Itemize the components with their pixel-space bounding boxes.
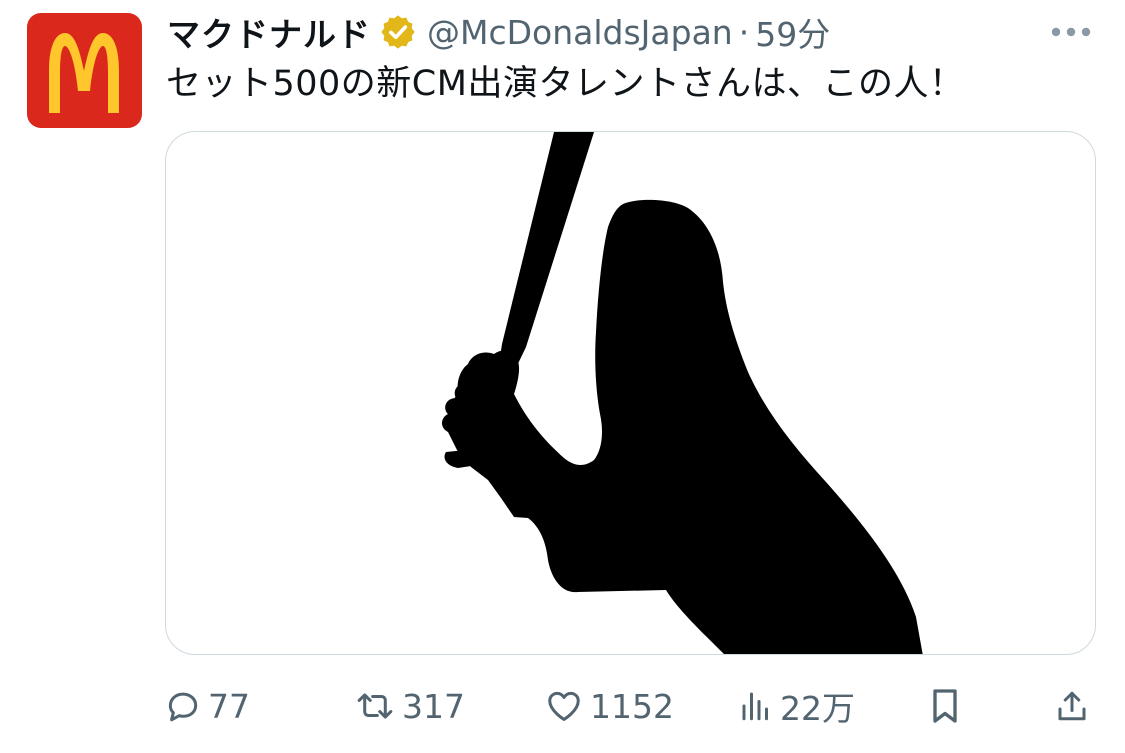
like-button[interactable]: 1152: [544, 680, 674, 732]
reply-button[interactable]: 77: [164, 680, 250, 732]
view-count: 22万: [780, 689, 855, 728]
mcdonalds-logo-icon: [49, 33, 119, 113]
analytics-icon: [742, 692, 768, 721]
share-icon: [1058, 691, 1086, 721]
heart-icon: [548, 691, 580, 721]
tweet-text: セット500の新CM出演タレントさんは、この人！: [166, 64, 965, 104]
retweet-button[interactable]: 317: [354, 680, 465, 732]
retweet-icon: [357, 693, 393, 719]
display-name[interactable]: マクドナルド: [167, 8, 371, 56]
timestamp[interactable]: 59分: [755, 8, 830, 56]
share-button[interactable]: [1054, 680, 1090, 732]
batter-silhouette-image: [442, 132, 923, 654]
retweet-count: 317: [402, 686, 465, 726]
like-count: 1152: [590, 686, 674, 726]
tweet-media-image[interactable]: [165, 131, 1096, 655]
views-button[interactable]: 22万: [738, 680, 855, 732]
user-handle[interactable]: @McDonaldsJapan: [427, 13, 733, 52]
ellipsis-icon: [1051, 27, 1091, 37]
bookmark-button[interactable]: [928, 680, 962, 732]
tweet-header: マクドナルド @McDonaldsJapan · 59分: [167, 8, 830, 56]
reply-icon: [168, 692, 198, 722]
avatar[interactable]: [27, 13, 142, 128]
more-options-button[interactable]: [1049, 18, 1093, 46]
bookmark-icon: [933, 689, 957, 723]
action-bar: 77 317 1152 22万: [164, 680, 1094, 732]
reply-count: 77: [208, 686, 250, 726]
separator-dot: ·: [738, 12, 750, 52]
verified-badge-icon: [379, 13, 417, 51]
